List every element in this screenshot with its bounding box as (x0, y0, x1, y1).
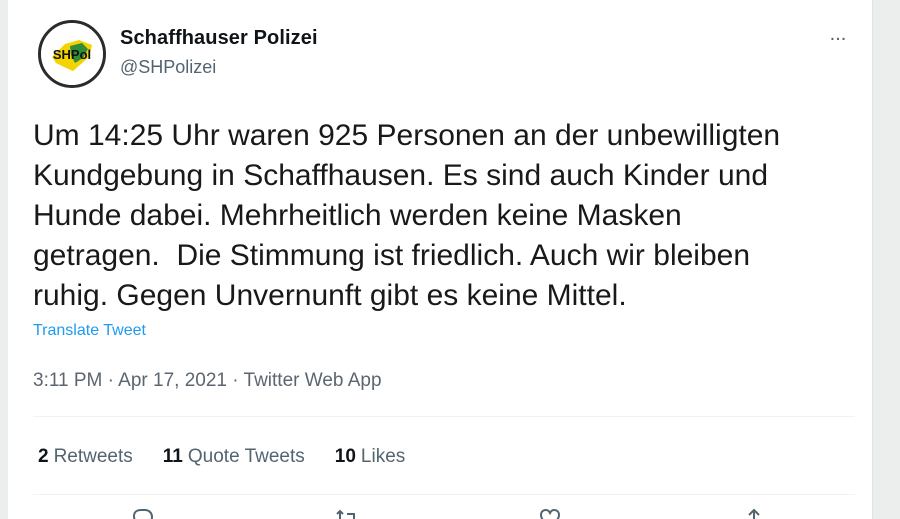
likes-label: Likes (360, 446, 406, 467)
retweets-label: Retweets (53, 446, 133, 467)
reply-button[interactable] (131, 508, 161, 519)
quote-tweets-label: Quote Tweets (187, 446, 305, 467)
more-icon: ... (829, 23, 847, 45)
retweet-icon (336, 509, 355, 519)
police-logo-icon: SHPol (41, 23, 103, 85)
likes-count: 10 (334, 446, 356, 467)
retweet-button[interactable] (335, 508, 365, 519)
actions-divider (33, 494, 855, 495)
tweet-timestamp[interactable]: 3:11 PM · Apr 17, 2021 · Twitter Web App (33, 370, 382, 392)
quote-tweets-stat[interactable]: 11 Quote Tweets (163, 446, 305, 468)
likes-stat[interactable]: 10 Likes (335, 446, 406, 468)
browser-viewport: SHPol Schaffhauser Polizei @SHPolizei ..… (0, 0, 900, 519)
more-options-button[interactable]: ... (823, 24, 853, 48)
quote-tweets-count: 11 (162, 446, 183, 467)
share-icon (748, 508, 760, 519)
author-display-name[interactable]: Schaffhauser Polizei (120, 27, 318, 50)
reply-icon (132, 509, 154, 519)
avatar-logo-text: SHPol (53, 47, 91, 62)
tweet-action-bar (33, 508, 855, 519)
like-icon (539, 508, 561, 519)
tweet-text: Um 14:25 Uhr waren 925 Personen an der u… (33, 119, 781, 312)
translate-tweet-link[interactable]: Translate Tweet (33, 322, 146, 340)
metadata-divider (33, 416, 855, 417)
share-button[interactable] (742, 508, 772, 519)
tweet-card: SHPol Schaffhauser Polizei @SHPolizei ..… (8, 0, 873, 519)
like-button[interactable] (538, 508, 568, 519)
engagement-stats: 2 Retweets 11 Quote Tweets 10 Likes (38, 446, 405, 468)
author-handle[interactable]: @SHPolizei (120, 57, 216, 78)
avatar[interactable]: SHPol (38, 20, 106, 88)
retweets-stat[interactable]: 2 Retweets (38, 446, 133, 468)
retweets-count: 2 (38, 446, 49, 467)
